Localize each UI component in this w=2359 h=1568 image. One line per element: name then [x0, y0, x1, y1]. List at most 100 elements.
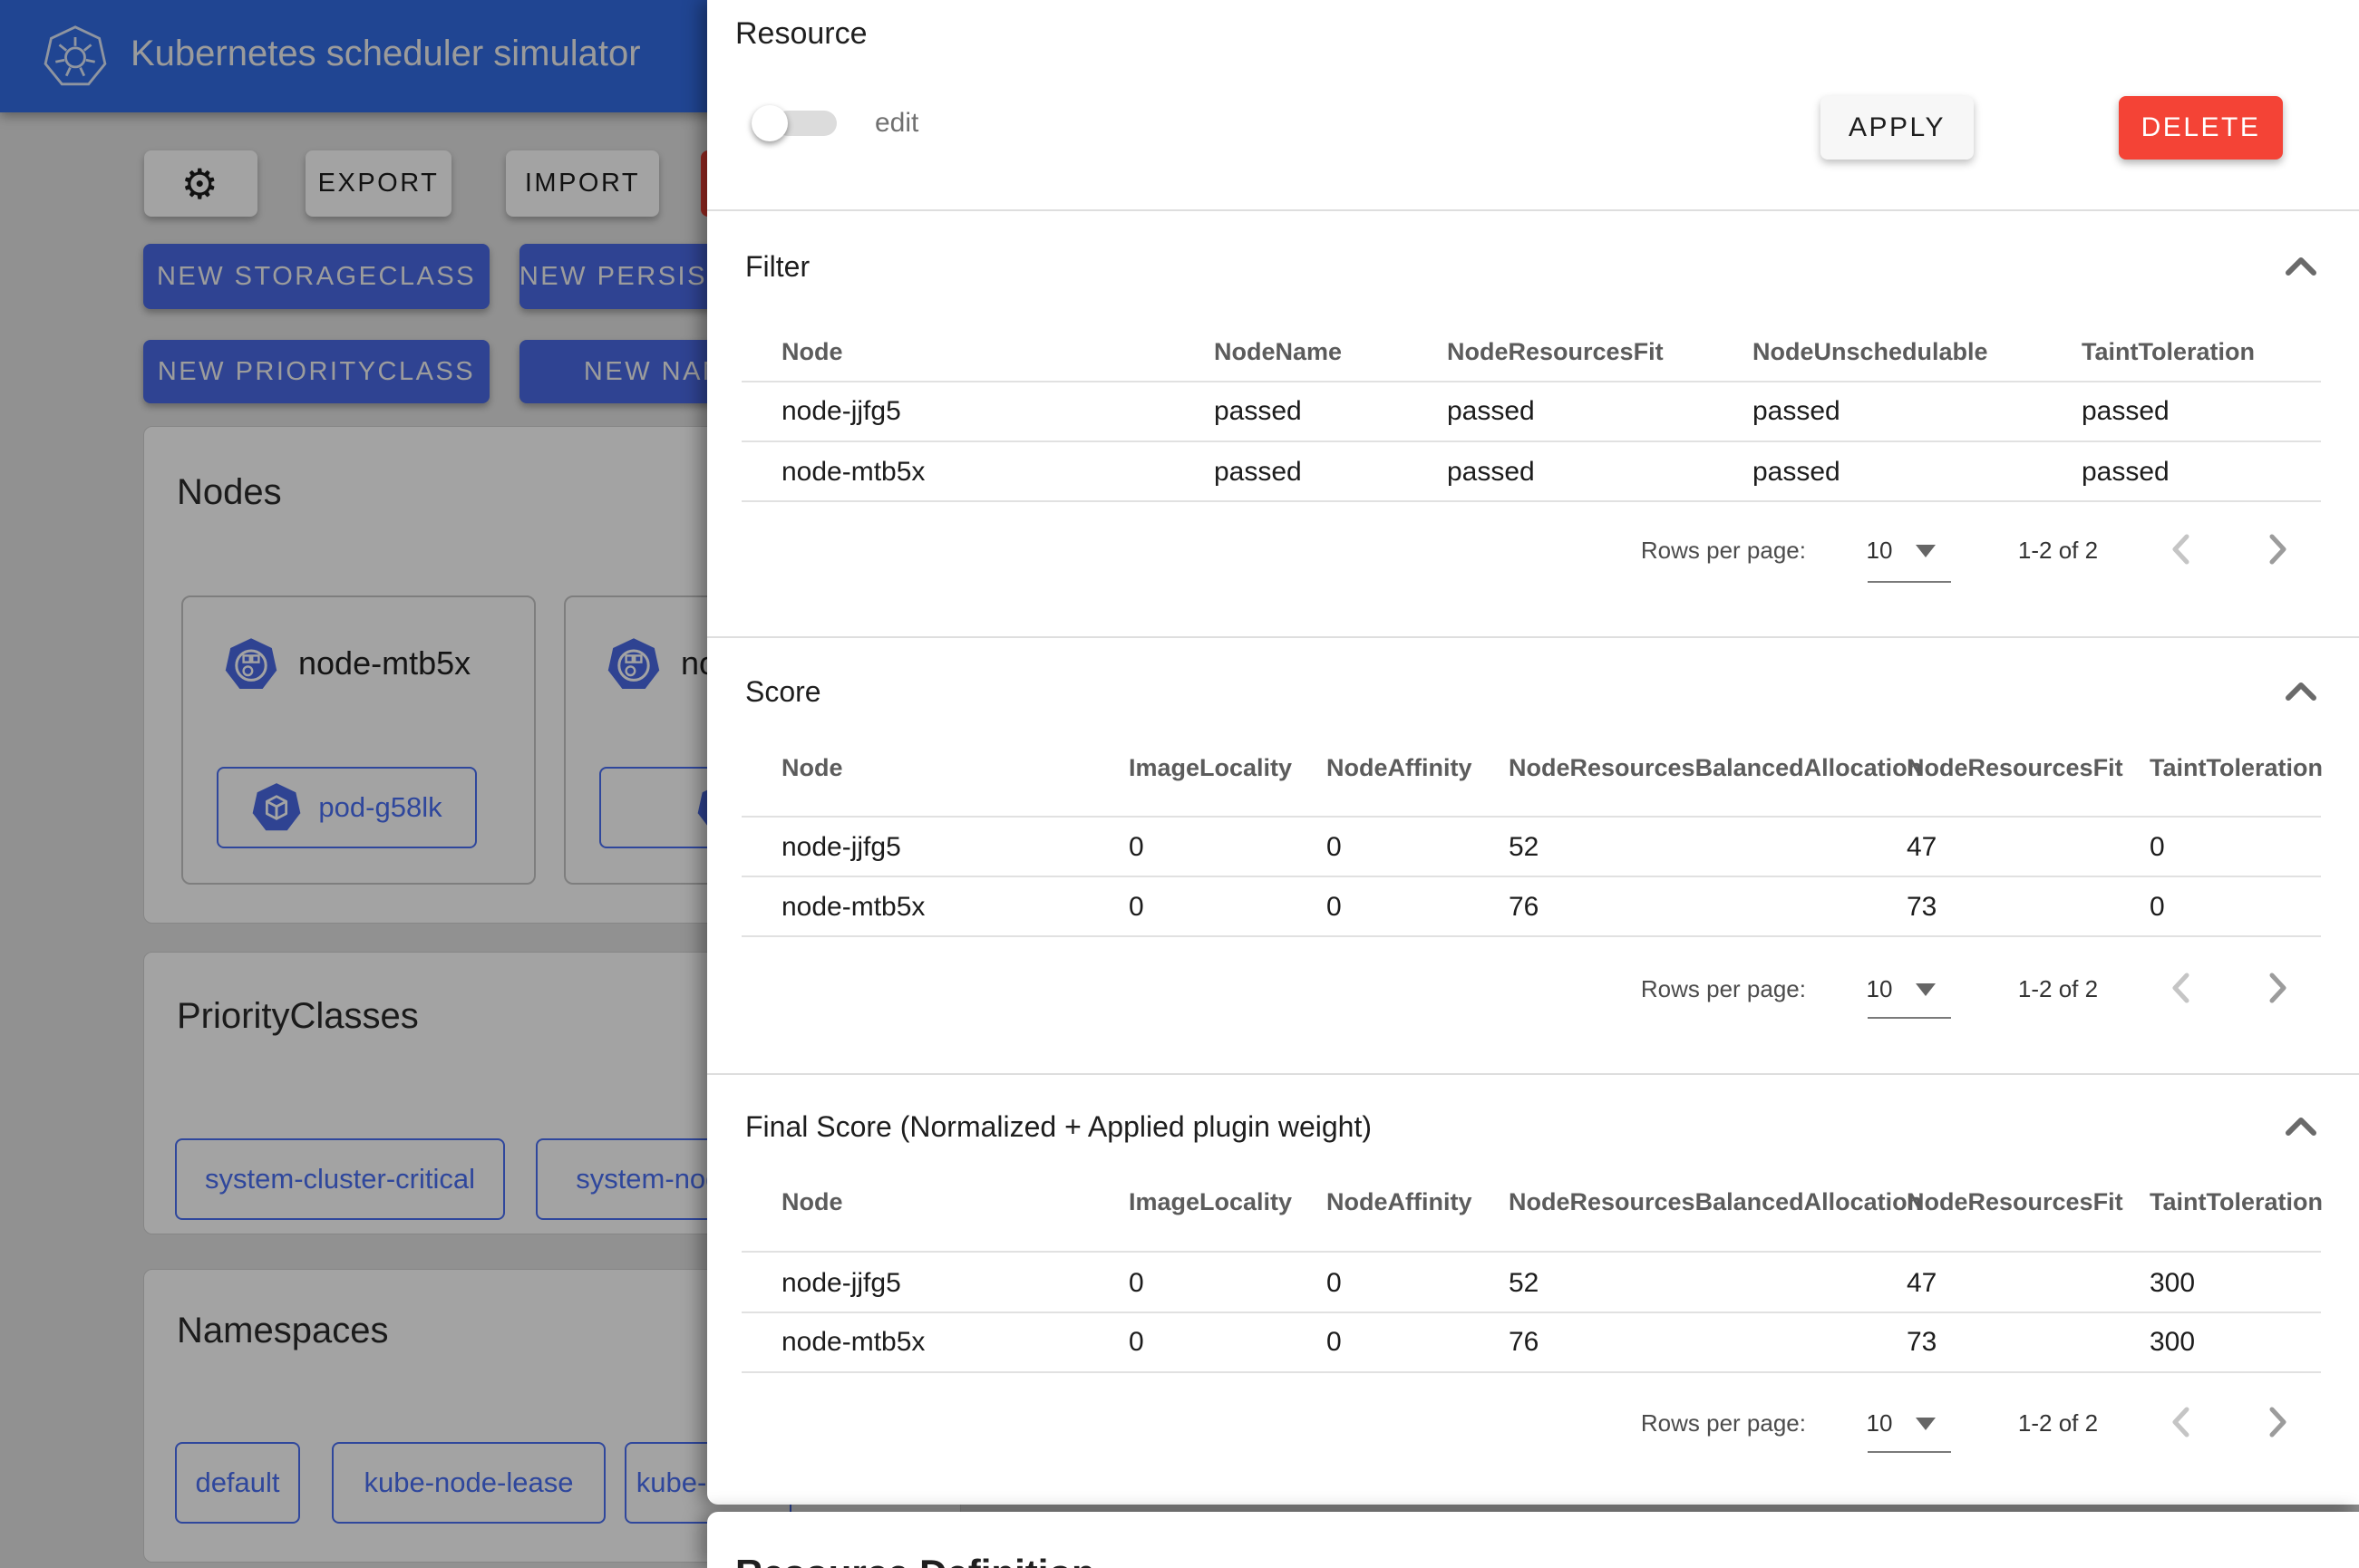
dropdown-caret-icon[interactable]: [1916, 1418, 1936, 1430]
table-cell: 0: [1129, 832, 1144, 863]
column-header: ImageLocality: [1129, 1188, 1292, 1216]
next-page-button[interactable]: [2257, 529, 2296, 569]
table-divider: [742, 876, 2321, 877]
table-divider: [742, 1312, 2321, 1313]
table-cell: 0: [1129, 892, 1144, 923]
rows-per-page-label: Rows per page:: [1505, 1409, 1806, 1437]
divider: [707, 1073, 2359, 1075]
table-cell: passed: [1447, 457, 1535, 488]
table-cell: 0: [1326, 892, 1342, 923]
final-score-section-title: Final Score (Normalized + Applied plugin…: [745, 1110, 1372, 1144]
table-cell: node-mtb5x: [781, 892, 925, 923]
table-divider: [742, 381, 2321, 382]
rows-per-page-label: Rows per page:: [1505, 537, 1806, 565]
table-cell: 300: [2150, 1327, 2195, 1358]
table-cell: 0: [1326, 1268, 1342, 1299]
rows-per-page-label: Rows per page:: [1505, 975, 1806, 1003]
table-cell: 52: [1509, 1268, 1539, 1299]
resource-definition-card: Resource Definition: [707, 1512, 2359, 1568]
rows-per-page-select[interactable]: 10: [1855, 537, 1904, 565]
table-divider: [742, 816, 2321, 818]
table-cell: 0: [1326, 1327, 1342, 1358]
column-header: Node: [781, 754, 843, 782]
table-cell: 76: [1509, 1327, 1539, 1358]
table-cell: 47: [1907, 832, 1937, 863]
column-header: TaintToleration: [2082, 338, 2255, 366]
table-divider: [742, 935, 2321, 937]
divider: [707, 209, 2359, 211]
edit-toggle-knob[interactable]: [752, 105, 788, 141]
table-cell: 52: [1509, 832, 1539, 863]
table-cell: 47: [1907, 1268, 1937, 1299]
pagination-range: 1-2 of 2: [1999, 975, 2117, 1003]
delete-button[interactable]: DELETE: [2119, 96, 2283, 160]
resource-drawer: Resource edit APPLY DELETE Filter Score …: [707, 0, 2359, 1568]
select-underline: [1868, 1451, 1951, 1453]
apply-button[interactable]: APPLY: [1820, 96, 1974, 160]
resource-drawer-main-panel: Resource edit APPLY DELETE Filter Score …: [707, 0, 2359, 1505]
table-cell: 73: [1907, 1327, 1937, 1358]
column-header: NodeResourcesBalancedAllocation: [1509, 1188, 1922, 1216]
dropdown-caret-icon[interactable]: [1916, 983, 1936, 996]
pagination-range: 1-2 of 2: [1999, 1409, 2117, 1437]
filter-section-title: Filter: [745, 250, 810, 284]
table-divider: [742, 500, 2321, 502]
resource-definition-title: Resource Definition: [735, 1552, 1095, 1568]
dropdown-caret-icon[interactable]: [1916, 545, 1936, 557]
table-cell: passed: [1447, 396, 1535, 427]
drawer-title: Resource: [735, 16, 868, 52]
column-header: ImageLocality: [1129, 754, 1292, 782]
table-cell: passed: [2082, 396, 2170, 427]
table-cell: 73: [1907, 892, 1937, 923]
column-header: NodeName: [1214, 338, 1342, 366]
screen: Kubernetes scheduler simulator ⚙ EXPORT …: [0, 0, 2359, 1568]
table-cell: 0: [1326, 832, 1342, 863]
column-header: Node: [781, 1188, 843, 1216]
table-cell: passed: [1752, 457, 1840, 488]
collapse-final-score-icon[interactable]: [2285, 1116, 2317, 1137]
table-cell: 300: [2150, 1268, 2195, 1299]
column-header: TaintToleration: [2150, 754, 2323, 782]
table-cell: passed: [1214, 396, 1302, 427]
table-cell: passed: [1214, 457, 1302, 488]
table-cell: node-mtb5x: [781, 457, 925, 488]
column-header: TaintToleration: [2150, 1188, 2323, 1216]
edit-toggle-label: edit: [875, 108, 918, 139]
previous-page-button[interactable]: [2162, 529, 2202, 569]
collapse-score-icon[interactable]: [2285, 681, 2317, 702]
table-cell: node-jjfg5: [781, 832, 901, 863]
next-page-button[interactable]: [2257, 1402, 2296, 1442]
table-cell: 0: [2150, 832, 2165, 863]
column-header: NodeResourcesBalancedAllocation: [1509, 754, 1922, 782]
table-cell: node-jjfg5: [781, 1268, 901, 1299]
select-underline: [1868, 1017, 1951, 1019]
rows-per-page-select[interactable]: 10: [1855, 1409, 1904, 1437]
table-cell: node-mtb5x: [781, 1327, 925, 1358]
column-header: Node: [781, 338, 843, 366]
column-header: NodeResourcesFit: [1447, 338, 1664, 366]
table-cell: 0: [2150, 892, 2165, 923]
table-cell: passed: [1752, 396, 1840, 427]
pagination-range: 1-2 of 2: [1999, 537, 2117, 565]
previous-page-button[interactable]: [2162, 968, 2202, 1008]
table-divider: [742, 1371, 2321, 1373]
rows-per-page-select[interactable]: 10: [1855, 975, 1904, 1003]
table-cell: passed: [2082, 457, 2170, 488]
table-cell: 0: [1129, 1268, 1144, 1299]
score-section-title: Score: [745, 675, 821, 709]
column-header: NodeAffinity: [1326, 754, 1471, 782]
collapse-filter-icon[interactable]: [2285, 256, 2317, 277]
table-divider: [742, 1251, 2321, 1253]
select-underline: [1868, 581, 1951, 583]
table-cell: 0: [1129, 1327, 1144, 1358]
column-header: NodeUnschedulable: [1752, 338, 1988, 366]
column-header: NodeAffinity: [1326, 1188, 1471, 1216]
table-cell: node-jjfg5: [781, 396, 901, 427]
divider: [707, 636, 2359, 638]
column-header: NodeResourcesFit: [1907, 754, 2123, 782]
column-header: NodeResourcesFit: [1907, 1188, 2123, 1216]
table-divider: [742, 440, 2321, 442]
next-page-button[interactable]: [2257, 968, 2296, 1008]
table-cell: 76: [1509, 892, 1539, 923]
previous-page-button[interactable]: [2162, 1402, 2202, 1442]
